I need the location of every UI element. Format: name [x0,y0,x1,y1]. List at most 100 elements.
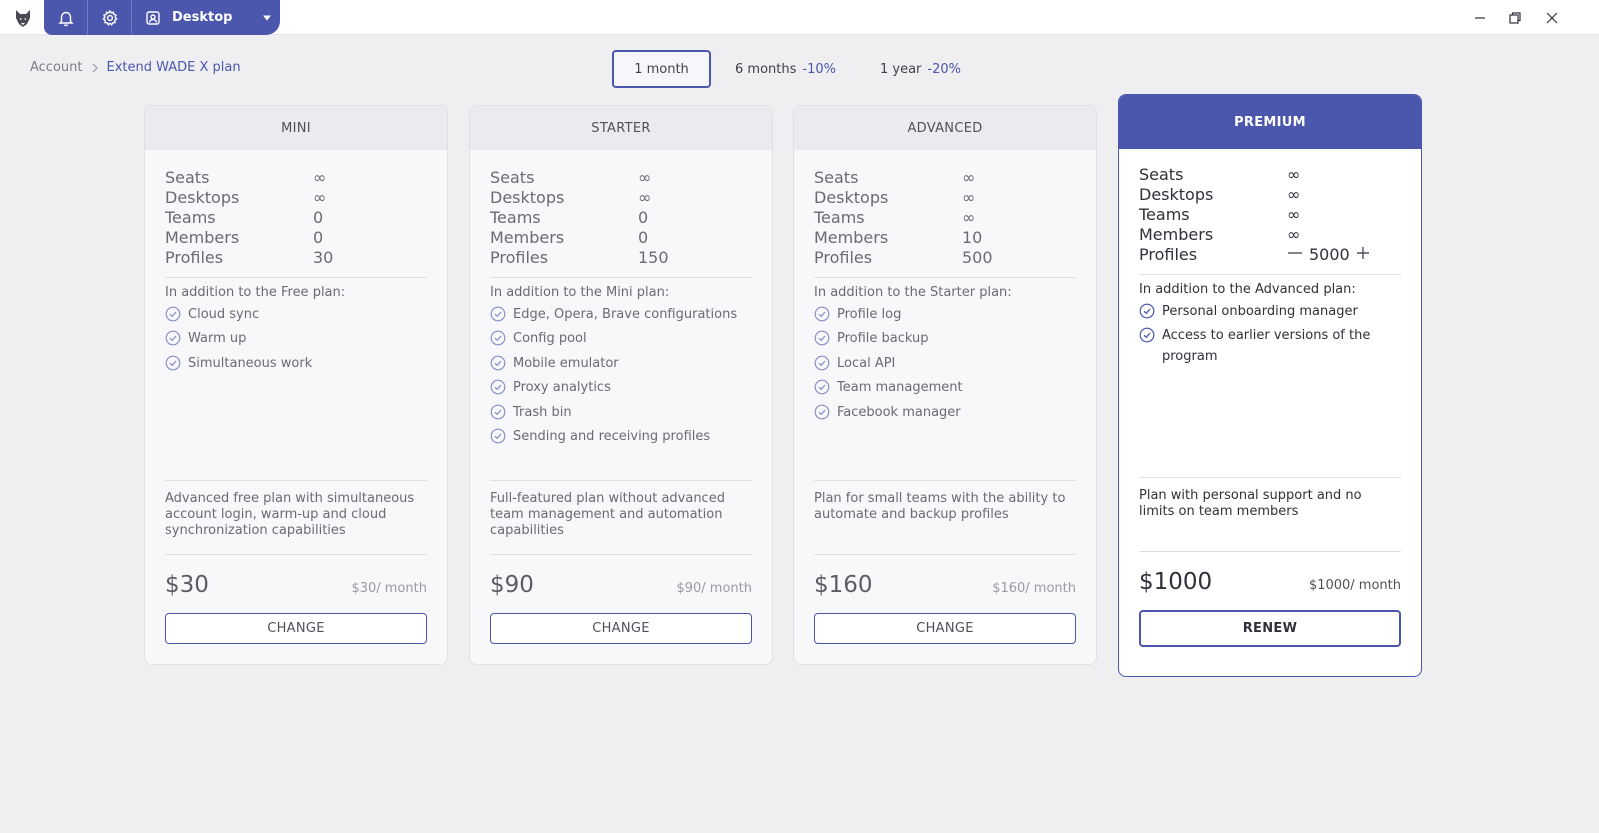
price-row: $90 $90/ month [490,572,752,598]
gear-icon [101,9,118,26]
spec-value: ∞ [638,188,652,207]
spec-label: Seats [165,168,210,187]
plan-name: STARTER [470,106,772,150]
caret-down-icon[interactable] [262,14,272,22]
features-intro: In addition to the Free plan: [165,285,346,300]
spec-value: ∞ [638,168,652,187]
divider [814,480,1076,481]
spec-value: 150 [638,248,669,267]
spec-value: 30 [313,248,334,267]
period-discount: -10% [802,61,836,77]
divider [490,554,752,555]
plan-description: Advanced free plan with simultaneous acc… [165,491,415,538]
spec-value: ∞ [962,188,976,207]
divider [1139,274,1401,275]
divider [814,277,1076,278]
desktop-selector[interactable]: Desktop [132,0,272,35]
change-plan-button[interactable]: CHANGE [490,613,752,644]
spec-label: Seats [814,168,859,187]
spec-row: Teams 0 [165,208,427,228]
spec-value: ∞ [962,168,976,187]
spec-row: Desktops ∞ [490,188,752,208]
check-circle-icon [814,306,830,322]
plan-description: Plan with personal support and no limits… [1139,488,1362,519]
feature-label: Cloud sync [188,306,260,322]
feature-item: Profile log [814,304,1076,325]
check-circle-icon [814,379,830,395]
spec-row: Seats ∞ [490,168,752,188]
feature-label: Facebook manager [837,404,961,420]
plan-card-premium: PREMIUM Seats ∞ Desktops ∞ Teams ∞ Members ∞ Prof… [1118,94,1422,677]
spec-label: Seats [1139,165,1184,184]
feature-item: Profile backup [814,328,1076,349]
close-button[interactable] [1534,0,1570,35]
period-discount: -20% [927,61,961,77]
feature-item: Cloud sync [165,304,427,325]
spec-value: 10 [962,228,983,247]
plan-price: $160 [814,572,873,598]
check-circle-icon [490,306,506,322]
wolf-logo-icon[interactable] [10,7,36,29]
spec-row: Members 0 [165,228,427,248]
desktop-label: Desktop [172,10,233,25]
spec-label: Profiles [165,248,224,267]
spec-label: Desktops [490,188,565,207]
period-1-year-button[interactable]: 1 year -20% [880,62,961,77]
breadcrumb-account-link[interactable]: Account [30,60,83,75]
plan-name: ADVANCED [794,106,1096,150]
plan-price: $90 [490,572,534,598]
check-circle-icon [814,330,830,346]
feature-label: Mobile emulator [513,355,619,371]
spec-row: Desktops ∞ [165,188,427,208]
restore-button[interactable] [1497,0,1533,35]
spec-row: Desktops ∞ [1139,185,1401,205]
change-plan-button[interactable]: CHANGE [165,613,427,644]
plan-features: In addition to the Mini plan: Edge, Opera… [490,285,752,447]
feature-item: Team management [814,377,1076,398]
spec-label: Members [490,228,565,247]
plan-name: PREMIUM [1119,95,1421,149]
check-circle-icon [1139,303,1155,319]
spec-label: Profiles [814,248,873,267]
spec-value: ∞ [962,208,976,227]
desktop-profile-icon [146,10,160,25]
check-circle-icon [814,404,830,420]
plan-card-mini: MINI Seats ∞ Desktops ∞ Teams 0 Members 0 Profile… [144,105,448,665]
minimize-button[interactable] [1462,0,1498,35]
renew-button[interactable]: RENEW [1139,610,1401,647]
billing-period-toggle: 1 month 6 months -10% 1 year -20% [612,50,961,88]
feature-label: Config pool [513,331,587,346]
spec-label: Teams [165,208,216,227]
price-row: $30 $30/ month [165,572,427,598]
tab-bar: Desktop [44,0,280,35]
features-intro: In addition to the Advanced plan: [1139,282,1356,297]
check-circle-icon [490,355,506,371]
change-plan-button[interactable]: CHANGE [814,613,1076,644]
feature-item: Sending and receiving profiles [490,426,752,447]
chevron-right-icon [91,63,99,73]
spec-value: 0 [313,208,324,227]
minus-icon[interactable] [1287,245,1303,266]
spec-row: Profiles 30 [165,248,427,268]
spec-label: Members [814,228,889,247]
divider [490,277,752,278]
period-6-months-button[interactable]: 6 months -10% [735,62,836,77]
feature-label: Personal onboarding manager [1162,303,1358,319]
title-bar: Desktop [0,0,1599,35]
feature-label: Profile log [837,306,902,322]
plan-price: $1000 [1139,569,1213,595]
settings-button[interactable] [88,0,132,35]
plus-icon[interactable] [1356,245,1370,265]
feature-label: Access to earlier versions of the progra… [1162,328,1371,364]
feature-label: Trash bin [513,404,572,420]
plan-specs: Seats ∞ Desktops ∞ Teams 0 Members 0 Profiles 150 [490,168,752,268]
spec-row: Teams ∞ [1139,205,1401,225]
spec-value: ∞ [1287,225,1301,244]
plan-card-starter: STARTER Seats ∞ Desktops ∞ Teams 0 Members 0 Prof… [469,105,773,665]
period-1-month-button[interactable]: 1 month [612,50,711,88]
plan-price: $30 [165,572,209,598]
notifications-button[interactable] [44,0,88,35]
check-circle-icon [1139,327,1155,343]
feature-item: Trash bin [490,402,752,423]
spec-label: Teams [1139,205,1190,224]
